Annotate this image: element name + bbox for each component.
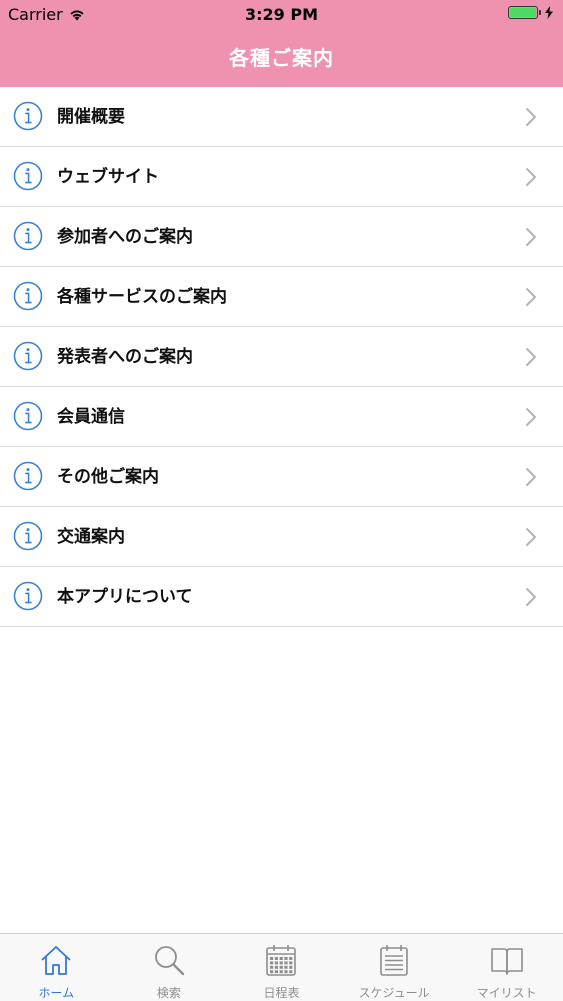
info-icon [13, 161, 43, 191]
info-icon [13, 521, 43, 551]
status-bar: Carrier 3:29 PM [0, 0, 563, 30]
list-item-label: 発表者へのご案内 [57, 347, 193, 367]
home-icon [41, 946, 71, 975]
info-icon [13, 581, 43, 611]
info-icon [13, 281, 43, 311]
chevron-right-icon [526, 468, 536, 486]
list-item[interactable]: 発表者へのご案内 [0, 327, 563, 387]
info-icon [13, 461, 43, 491]
chevron-right-icon [526, 228, 536, 246]
charging-bolt-icon [545, 6, 553, 19]
list-item-label: ウェブサイト [57, 167, 159, 187]
list-item[interactable]: ウェブサイト [0, 147, 563, 207]
list-item-label: 本アプリについて [57, 587, 193, 607]
chevron-right-icon [526, 408, 536, 426]
list-item-label: 交通案内 [57, 527, 125, 547]
list-item[interactable]: 交通案内 [0, 507, 563, 567]
tab-home[interactable]: ホーム [0, 934, 113, 1001]
tab-label: ホーム [38, 986, 75, 1000]
tab-search[interactable]: 検索 [113, 934, 226, 1001]
list-item-label: 各種サービスのご案内 [57, 287, 227, 307]
info-icon [13, 221, 43, 251]
list-item[interactable]: その他ご案内 [0, 447, 563, 507]
list-item-label: その他ご案内 [57, 467, 159, 487]
status-time: 3:29 PM [244, 5, 318, 24]
tab-book[interactable]: マイリスト [450, 934, 563, 1001]
list-item[interactable]: 各種サービスのご案内 [0, 267, 563, 327]
chevron-right-icon [526, 108, 536, 126]
tab-label: スケジュール [358, 986, 430, 1000]
list-item-label: 会員通信 [57, 407, 125, 427]
chevron-right-icon [526, 348, 536, 366]
list-item[interactable]: 会員通信 [0, 387, 563, 447]
chevron-right-icon [526, 588, 536, 606]
chevron-right-icon [526, 288, 536, 306]
tab-label: 検索 [156, 986, 181, 1000]
battery-nub [539, 10, 541, 15]
book-icon [490, 948, 523, 975]
list-item-label: 開催概要 [57, 107, 125, 127]
list-item[interactable]: 本アプリについて [0, 567, 563, 627]
list-item[interactable]: 開催概要 [0, 87, 563, 147]
calendar-icon [266, 945, 297, 976]
navigation-bar: Carrier 3:29 PM 各種ご案内 [0, 0, 563, 87]
schedule-icon [380, 945, 408, 976]
chevron-right-icon [526, 168, 536, 186]
tab-label: 日程表 [263, 986, 300, 1000]
info-icon [13, 341, 43, 371]
page-title: 各種ご案内 [229, 46, 334, 70]
tab-schedule[interactable]: スケジュール [338, 934, 451, 1001]
tab-calendar[interactable]: 日程表 [225, 934, 338, 1001]
list-item[interactable]: 参加者へのご案内 [0, 207, 563, 267]
info-icon [13, 101, 43, 131]
chevron-right-icon [526, 528, 536, 546]
list-item-label: 参加者へのご案内 [57, 227, 193, 247]
battery-icon [508, 6, 538, 19]
search-icon [154, 946, 185, 976]
tab-bar: ホーム 検索 日程表 スケジュール マイリスト [0, 933, 563, 1001]
tab-label: マイリスト [476, 986, 537, 1000]
info-icon [13, 401, 43, 431]
battery-level [510, 8, 536, 17]
battery-indicator [508, 6, 553, 19]
info-menu-list: 開催概要ウェブサイト参加者へのご案内各種サービスのご案内 発表者へのご案内 会員通信… [0, 87, 563, 627]
